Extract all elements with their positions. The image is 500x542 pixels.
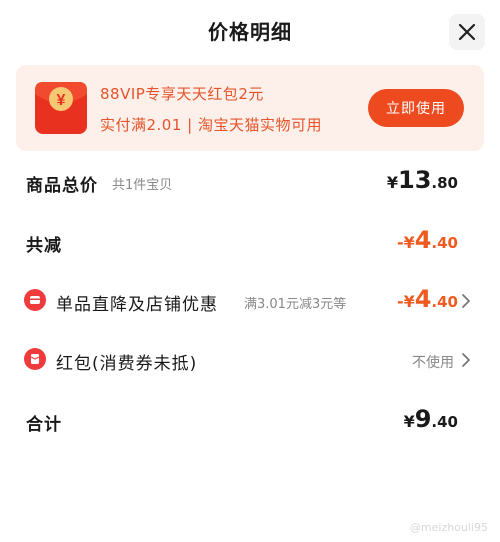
watermark: @meizhouli95 [409,521,488,534]
amount-integer: 9 [414,405,432,433]
red-envelope-yen-icon: ¥ [35,82,87,134]
red-packet-row[interactable]: 红包(消费券未抵) 不使用 [0,340,500,380]
close-icon [458,23,476,41]
page-title: 价格明细 [208,20,292,44]
store-discount-amount: -¥4.40 [397,285,458,313]
chevron-right-icon[interactable] [460,351,472,369]
subtotal-label: 商品总价 [26,176,98,196]
subtotal-amount: ¥13.80 [387,166,458,194]
discount-icon [24,289,46,311]
promo-banner: ¥ 88VIP专享天天红包2元 实付满2.01 | 淘宝天猫实物可用 立即使用 [16,65,484,151]
yen-symbol: ¥ [57,92,66,109]
use-now-button[interactable]: 立即使用 [368,89,464,127]
red-packet-status[interactable]: 不使用 [412,352,454,372]
currency-symbol: -¥ [396,292,415,311]
amount-decimal: .40 [431,293,458,311]
red-packet-label: 红包(消费券未抵) [56,354,198,374]
promo-title: 88VIP专享天天红包2元 [100,85,264,103]
price-detail-sheet: 价格明细 ¥ 88VIP专享天天红包2元 实付满2.01 | 淘宝天猫实物可用 … [0,0,500,542]
sheet-header: 价格明细 [0,0,500,62]
total-discount-label: 共减 [26,236,62,256]
subtotal-row: 商品总价 共1件宝贝 ¥13.80 [0,162,500,202]
amount-decimal: .40 [431,234,458,252]
amount-integer: 4 [414,226,432,254]
promo-condition: 实付满2.01 | 淘宝天猫实物可用 [100,116,322,134]
red-packet-icon [24,348,46,370]
total-amount: ¥9.40 [404,405,458,433]
store-discount-row[interactable]: 单品直降及店铺优惠 满3.01元减3元等 -¥4.40 [0,281,500,321]
total-discount-row: 共减 -¥4.40 [0,222,500,262]
amount-decimal: .40 [431,413,458,431]
amount-integer: 13 [398,166,432,194]
store-discount-label: 单品直降及店铺优惠 [56,295,218,315]
amount-decimal: .80 [431,174,458,192]
total-row: 合计 ¥9.40 [0,401,500,441]
total-discount-amount: -¥4.40 [397,226,458,254]
chevron-right-icon[interactable] [460,292,472,310]
subtotal-item-count: 共1件宝贝 [112,178,173,193]
store-discount-condition: 满3.01元减3元等 [244,297,347,312]
total-label: 合计 [26,415,62,435]
amount-integer: 4 [414,285,432,313]
currency-symbol: -¥ [396,233,415,252]
currency-symbol: ¥ [386,173,399,192]
currency-symbol: ¥ [403,412,415,431]
close-button[interactable] [449,14,485,50]
